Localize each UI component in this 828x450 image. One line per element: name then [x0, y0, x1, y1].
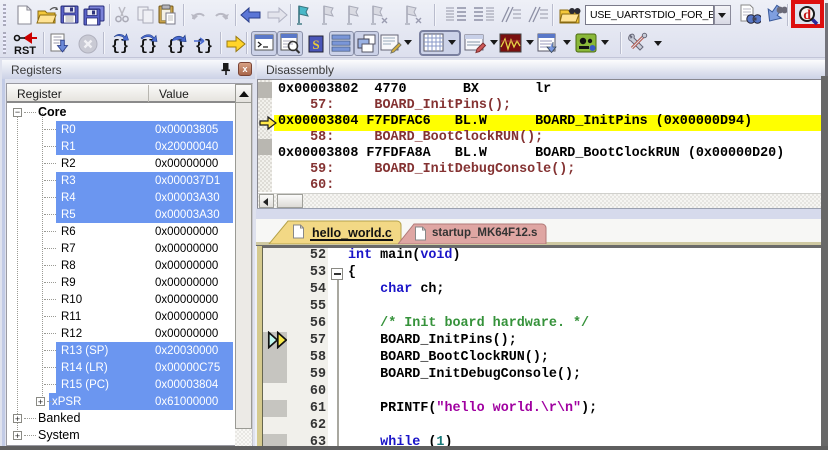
svg-text:S: S	[312, 37, 319, 52]
svg-text:d: d	[803, 8, 811, 23]
svg-text:RST: RST	[14, 45, 36, 56]
svg-text:{}: {}	[111, 38, 129, 55]
